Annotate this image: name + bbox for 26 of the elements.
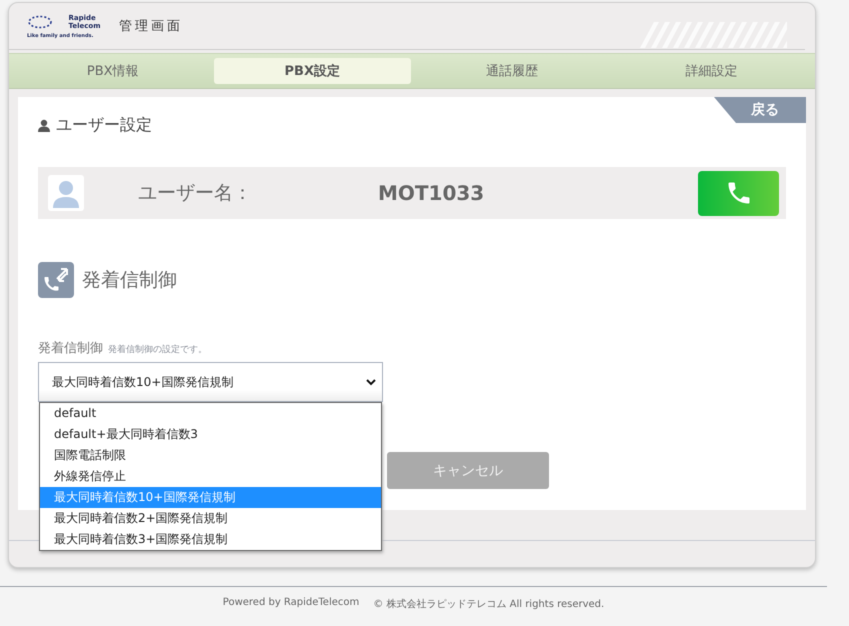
user-name-label: ユーザー名： (138, 181, 253, 206)
chevron-down-icon (366, 378, 376, 386)
dropdown-option[interactable]: 外線発信停止 (40, 466, 381, 487)
phone-arrows-icon (38, 262, 74, 298)
user-name-value: MOT1033 (378, 181, 484, 205)
nav-tab[interactable]: PBX情報 (15, 58, 210, 84)
powered-by-text: Powered by RapideTelecom (222, 597, 360, 610)
select-field[interactable]: 最大同時着信数10+国際発信規制 (38, 362, 383, 402)
call-button[interactable] (698, 170, 779, 216)
logo-ring-icon (27, 14, 53, 28)
dropdown-option[interactable]: default (40, 403, 381, 424)
nav-tab[interactable]: 詳細設定 (614, 58, 809, 84)
header-title: 管理画面 (119, 18, 183, 35)
dropdown-option[interactable]: 最大同時着信数3+国際発信規制 (40, 529, 381, 550)
avatar-icon (48, 175, 84, 211)
nav-tab[interactable]: PBX設定 (214, 58, 411, 84)
dropdown-option[interactable]: 最大同時着信数2+国際発信規制 (40, 508, 381, 529)
field-label: 発着信制御 (38, 340, 103, 357)
dropdown-option[interactable]: 国際電話制限 (40, 445, 381, 466)
field-hint: 発着信制御の設定です。 (108, 344, 207, 356)
dropdown-option[interactable]: default+最大同時着信数3 (40, 424, 381, 445)
section-title: 発着信制御 (82, 268, 177, 293)
nav-tab[interactable]: 通話履歴 (414, 58, 610, 84)
user-icon (38, 119, 50, 132)
page-title: ユーザー設定 (56, 115, 152, 136)
copyright-text: © 株式会社ラピッドテレコム All rights reserved. (373, 598, 604, 611)
